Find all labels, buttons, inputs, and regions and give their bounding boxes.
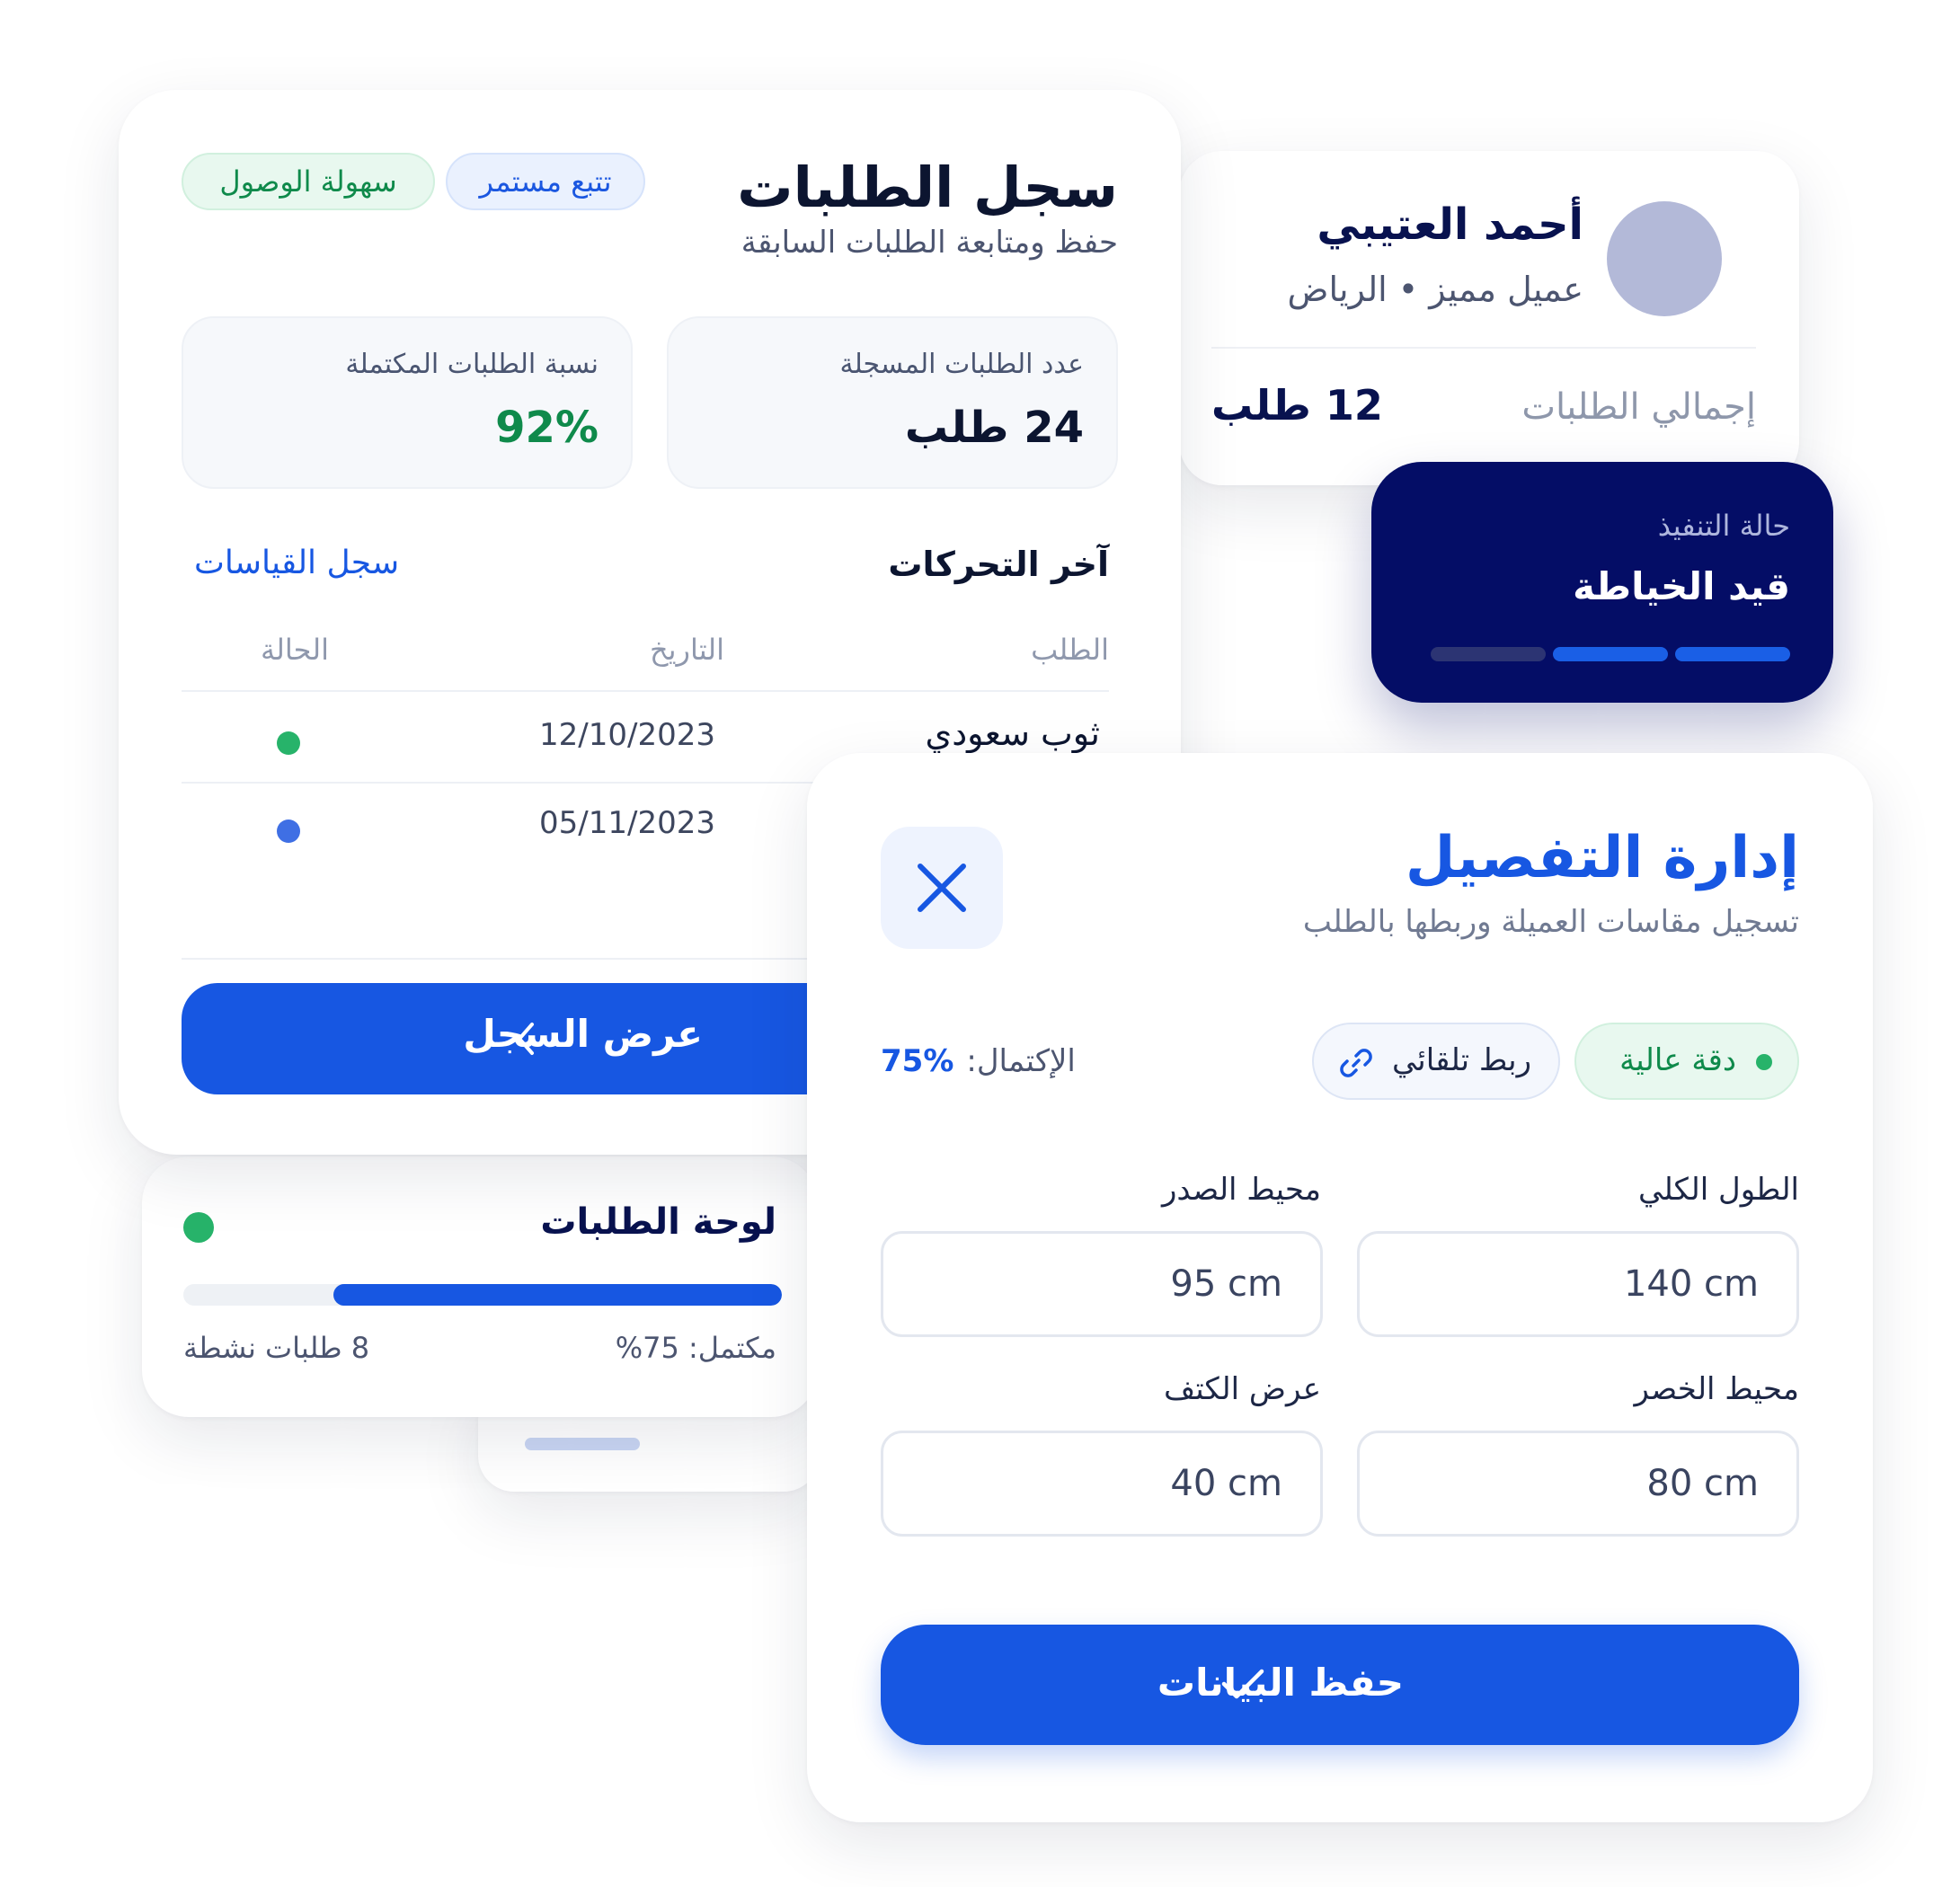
view-log-label: عرض السجل (463, 1012, 703, 1056)
waist-field[interactable] (1357, 1431, 1799, 1537)
column-order: الطلب (1031, 633, 1109, 667)
orders-progress-fill (333, 1284, 782, 1306)
status-dot (277, 819, 300, 843)
orders-board-card: لوحة الطلبات مكتمل: 75% 8 طلبات نشطة (142, 1156, 818, 1417)
customer-name: أحمد العتيبي (1317, 199, 1583, 250)
tailoring-subtitle: تسجيل مقاسات العميلة وربطها بالطلب (1302, 904, 1799, 940)
handle-bar (525, 1438, 640, 1450)
customer-card: أحمد العتيبي عميل مميز • الرياض إجمالي ا… (1179, 151, 1799, 485)
completion-indicator: 75% الإكتمال: (881, 1039, 1076, 1084)
total-orders-value: 12 طلب (1211, 381, 1383, 430)
stat-registered-orders: عدد الطلبات المسجلة 24 طلب (667, 316, 1118, 489)
tag-continuous-tracking: تتبع مستمر (446, 153, 645, 210)
column-status: الحالة (261, 633, 329, 667)
accuracy-badge: دقة عالية (1574, 1023, 1799, 1100)
tailoring-title: إدارة التفصيل (1405, 825, 1799, 891)
total-length-field[interactable] (1357, 1231, 1799, 1337)
save-button[interactable]: حفظ البيانات (881, 1625, 1799, 1745)
orders-progress-track (183, 1284, 782, 1306)
status-dot (183, 1212, 214, 1243)
progress-step (1675, 647, 1790, 661)
auto-link-badge[interactable]: ربط تلقائي (1312, 1023, 1560, 1100)
close-button[interactable] (881, 827, 1003, 949)
active-orders: 8 طلبات نشطة (183, 1331, 370, 1365)
execution-status-value: قيد الخياطة (1573, 564, 1790, 608)
close-icon (915, 861, 969, 918)
field-label: محيط الصدر (1161, 1172, 1321, 1208)
link-icon (1337, 1044, 1375, 1085)
page-title: سجل الطلبات (737, 155, 1118, 220)
accuracy-label: دقة عالية (1619, 1042, 1736, 1078)
order-date: 12/10/2023 (539, 717, 715, 753)
customer-meta: عميل مميز • الرياض (1287, 270, 1584, 309)
field-label: الطول الكلي (1638, 1172, 1799, 1208)
stat-label: عدد الطلبات المسجلة (839, 349, 1085, 380)
completion-label: الإكتمال: (966, 1043, 1076, 1079)
stat-value: 92% (495, 403, 599, 453)
auto-link-label: ربط تلقائي (1391, 1042, 1531, 1078)
tag-easy-access: سهولة الوصول (182, 153, 435, 210)
execution-status-card: حالة التنفيذ قيد الخياطة (1371, 462, 1833, 703)
total-orders-label: إجمالي الطلبات (1521, 386, 1756, 428)
measurements-log-link[interactable]: سجل القياسات (194, 545, 399, 581)
order-date: 05/11/2023 (539, 805, 715, 841)
completion-value: 75% (881, 1043, 954, 1079)
progress-step (1553, 647, 1668, 661)
shoulder-field[interactable] (881, 1431, 1323, 1537)
column-date: التاريخ (649, 633, 724, 667)
orders-board-title: لوحة الطلبات (540, 1201, 776, 1243)
progress-step (1431, 647, 1546, 661)
completed-percent: مكتمل: 75% (615, 1331, 776, 1365)
save-label: حفظ البيانات (1157, 1661, 1404, 1705)
accuracy-dot (1756, 1054, 1772, 1070)
recent-activity-title: آخر التحركات (888, 545, 1109, 584)
divider (1211, 347, 1756, 349)
stat-label: نسبة الطلبات المكتملة (345, 349, 599, 380)
check-icon (1220, 1666, 1265, 1705)
order-name: ثوب سعودي (925, 713, 1100, 753)
tailoring-card: إدارة التفصيل تسجيل مقاسات العميلة وربطه… (807, 753, 1873, 1822)
stat-value: 24 طلب (904, 403, 1084, 453)
chevron-left-icon (514, 1021, 536, 1060)
status-dot (277, 731, 300, 755)
page-subtitle: حفظ ومتابعة الطلبات السابقة (741, 225, 1118, 261)
chest-field[interactable] (881, 1231, 1323, 1337)
customer-avatar (1607, 201, 1722, 316)
stat-completed-rate: نسبة الطلبات المكتملة 92% (182, 316, 633, 489)
execution-status-label: حالة التنفيذ (1657, 509, 1790, 543)
field-label: عرض الكتف (1164, 1371, 1321, 1407)
field-label: محيط الخصر (1634, 1371, 1800, 1407)
